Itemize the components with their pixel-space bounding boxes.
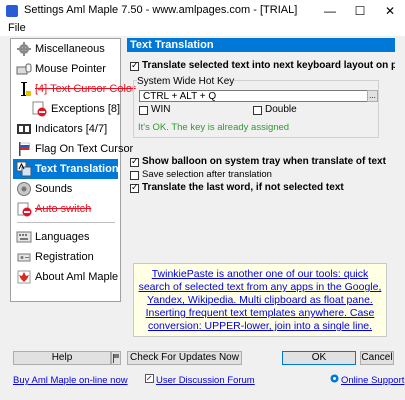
nav-item-languages[interactable]: Languages: [13, 227, 118, 247]
text-cursor-icon: [16, 81, 32, 97]
nav-item-label: Indicators [4/7]: [35, 123, 108, 135]
nav-item-flag-on-text-cursor[interactable]: Flag On Text Cursor: [13, 139, 133, 159]
settings-nav: Miscellaneous Mouse Pointer [4] Text Cur…: [10, 38, 136, 302]
close-button[interactable]: ✕: [375, 0, 405, 22]
nav-item-label: Exceptions [8]: [51, 103, 121, 115]
nav-item-about[interactable]: About Aml Maple: [13, 267, 118, 287]
menu-file[interactable]: File: [8, 22, 26, 34]
win-checkbox[interactable]: [139, 106, 148, 115]
gear-icon: [16, 41, 32, 57]
nav-item-text-cursor-color[interactable]: [4] Text Cursor Color: [13, 79, 136, 99]
twinkiepaste-promo-link[interactable]: TwinkiePaste is another one of our tools…: [133, 263, 387, 337]
nav-item-label: Auto switch: [35, 203, 92, 215]
support-icon: [330, 374, 339, 386]
nav-item-label: About Aml Maple: [35, 271, 119, 283]
double-label: Double: [265, 104, 297, 115]
hotkey-browse-button[interactable]: ...: [367, 90, 378, 102]
auto-switch-icon: [16, 201, 32, 217]
nav-item-label: Registration: [35, 251, 94, 263]
translation-icon: [16, 161, 32, 177]
maple-leaf-icon: [16, 269, 32, 285]
no-entry-icon: [31, 101, 47, 117]
app-icon: [6, 5, 18, 17]
minimize-button[interactable]: —: [315, 0, 345, 22]
sound-icon: [16, 181, 32, 197]
nav-item-text-translation[interactable]: Text Translation: [13, 159, 119, 179]
hotkey-group-label: System Wide Hot Key: [137, 76, 235, 87]
nav-item-mouse-pointer[interactable]: Mouse Pointer: [13, 59, 118, 79]
nav-item-label: Text Translation: [35, 163, 119, 175]
buy-online-link[interactable]: Buy Aml Maple on-line now: [13, 375, 128, 386]
keyboard-mouse-icon: [16, 61, 32, 77]
hotkey-status: It's OK. The key is already assigned: [138, 122, 290, 133]
nav-item-label: [4] Text Cursor Color: [35, 83, 136, 95]
forum-link[interactable]: User Discussion Forum: [156, 375, 255, 386]
nav-item-miscellaneous[interactable]: Miscellaneous: [13, 39, 118, 59]
nav-item-auto-switch[interactable]: Auto switch: [13, 199, 118, 219]
nav-separator: [17, 222, 115, 223]
nav-item-indicators[interactable]: Indicators [4/7]: [13, 119, 118, 139]
registration-icon: [16, 249, 32, 265]
nav-item-label: Sounds: [35, 183, 73, 195]
check-updates-button[interactable]: Check For Updates Now: [127, 351, 242, 365]
double-checkbox[interactable]: [253, 106, 262, 115]
cancel-button[interactable]: Cancel: [360, 351, 394, 365]
languages-icon: [16, 229, 32, 245]
nav-item-label: Languages: [35, 231, 90, 243]
show-balloon-checkbox[interactable]: [130, 156, 139, 167]
title-bar: Settings Aml Maple 7.50 - www.amlpages.c…: [0, 0, 405, 22]
translate-selected-label: Translate selected text into next keyboa…: [142, 60, 395, 71]
save-selection-checkbox[interactable]: [130, 171, 139, 180]
translate-last-word-label: Translate the last word, if not selected…: [142, 182, 344, 193]
nav-item-label: Miscellaneous: [35, 43, 105, 55]
menu-bar: File: [0, 22, 405, 36]
help-button[interactable]: Help: [13, 351, 111, 365]
nav-item-registration[interactable]: Registration: [13, 247, 118, 267]
nav-item-label: Flag On Text Cursor: [35, 143, 134, 155]
ok-button[interactable]: OK: [282, 351, 356, 365]
nav-item-label: Mouse Pointer: [35, 63, 106, 75]
window-title: Settings Aml Maple 7.50 - www.amlpages.c…: [24, 4, 298, 16]
hotkey-input[interactable]: CTRL + ALT + Q: [139, 90, 369, 102]
help-flag-button[interactable]: [111, 351, 121, 365]
forum-icon: [145, 374, 154, 386]
panel-title: Text Translation: [127, 38, 395, 52]
online-support-link[interactable]: Online Support: [341, 375, 404, 386]
show-balloon-label: Show balloon on system tray when transla…: [142, 156, 386, 167]
nav-item-exceptions[interactable]: Exceptions [8]: [13, 99, 121, 119]
translate-selected-checkbox[interactable]: [130, 60, 139, 71]
translate-last-word-checkbox[interactable]: [130, 182, 139, 193]
win-label: WIN: [151, 104, 171, 115]
save-selection-label: Save selection after translation: [142, 169, 272, 180]
nav-item-sounds[interactable]: Sounds: [13, 179, 118, 199]
maximize-button[interactable]: ☐: [345, 0, 375, 22]
indicators-icon: [16, 121, 32, 137]
flag-icon: [113, 354, 119, 363]
flag-icon: [16, 141, 32, 157]
